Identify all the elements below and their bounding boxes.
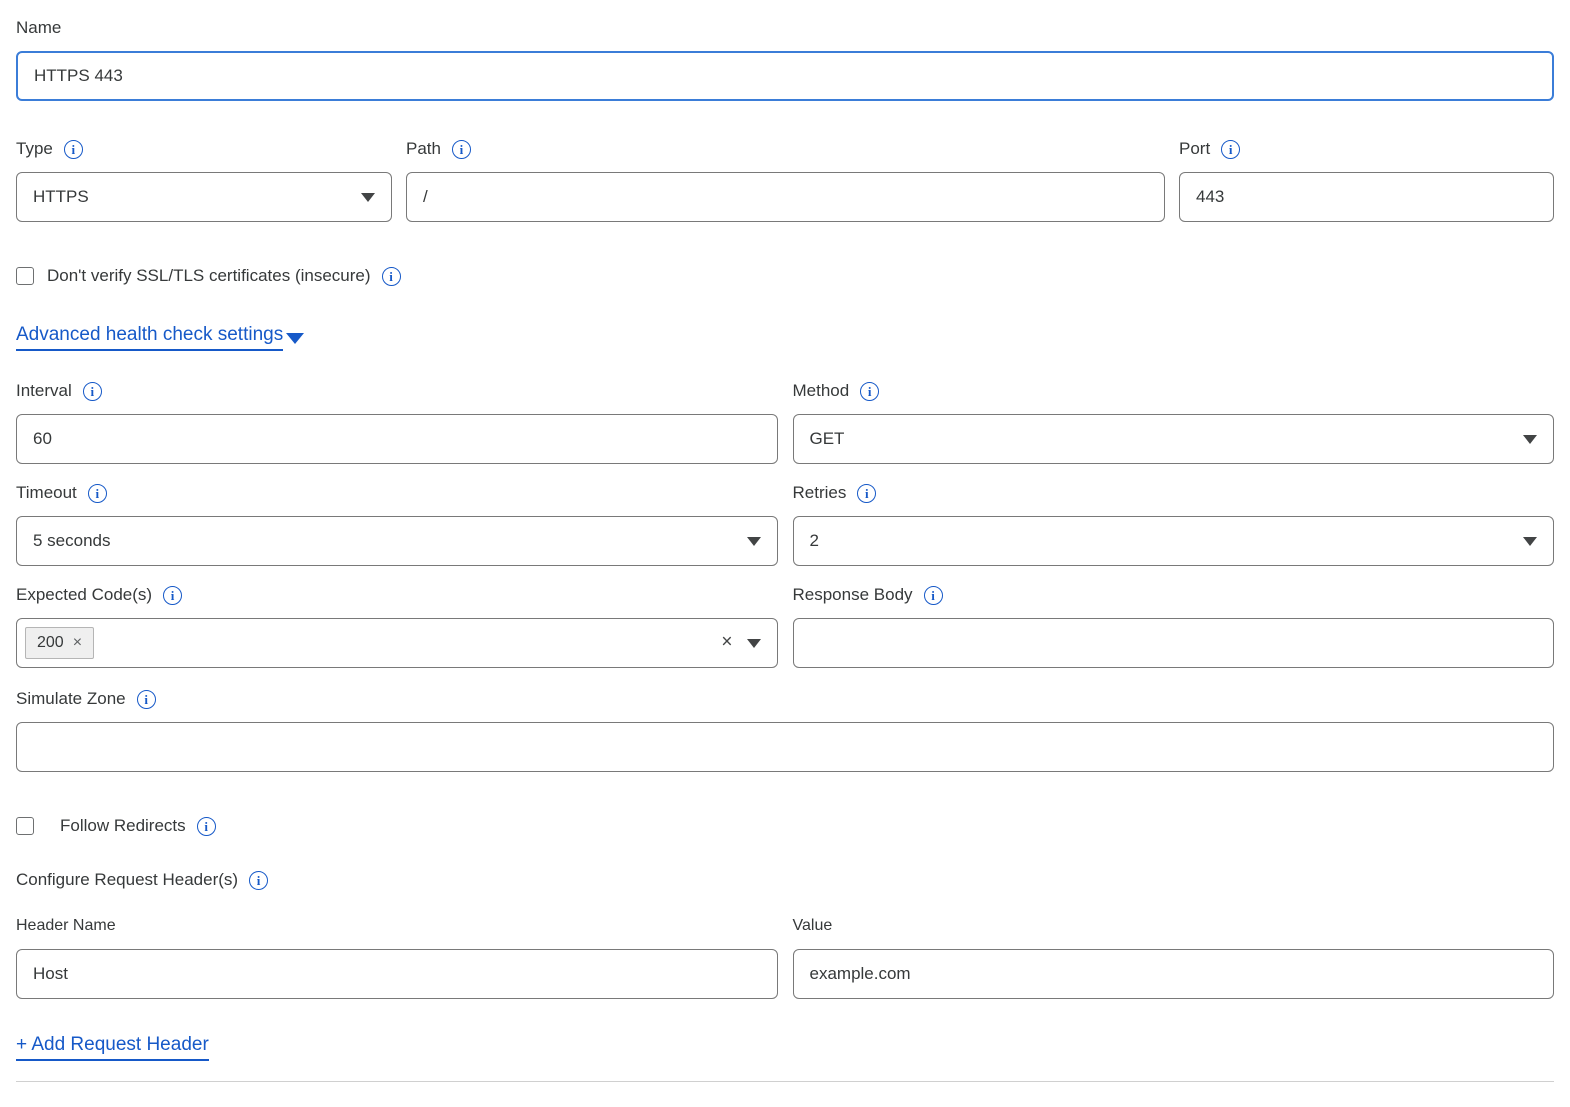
triangle-down-icon <box>286 333 304 344</box>
advanced-settings-link-label: Advanced health check settings <box>16 324 283 351</box>
retries-select-value: 2 <box>810 531 819 551</box>
request-headers-info-icon[interactable]: i <box>249 871 268 890</box>
timeout-label: Timeout <box>16 483 77 503</box>
type-info-icon[interactable]: i <box>64 140 83 159</box>
request-headers-section-label: Configure Request Header(s) <box>16 870 238 890</box>
chevron-down-icon <box>1523 537 1537 546</box>
method-label: Method <box>793 381 850 401</box>
path-input[interactable] <box>406 172 1165 222</box>
timeout-select[interactable]: 5 seconds <box>16 516 778 566</box>
simulate-zone-input[interactable] <box>16 722 1554 772</box>
path-label: Path <box>406 139 441 159</box>
port-info-icon[interactable]: i <box>1221 140 1240 159</box>
type-field-group: Type i HTTPS <box>16 139 392 222</box>
timeout-retries-row: Timeout i 5 seconds Retries i 2 <box>16 483 1554 566</box>
health-check-form: Name Type i HTTPS Path i Port i <box>0 0 1570 1082</box>
response-body-info-icon[interactable]: i <box>924 586 943 605</box>
simulate-zone-info-icon[interactable]: i <box>137 690 156 709</box>
name-input[interactable] <box>16 51 1554 101</box>
timeout-info-icon[interactable]: i <box>88 484 107 503</box>
method-field-group: Method i GET <box>793 381 1555 464</box>
expected-codes-info-icon[interactable]: i <box>163 586 182 605</box>
clear-all-icon[interactable]: × <box>721 633 732 652</box>
interval-input[interactable] <box>16 414 778 464</box>
type-label: Type <box>16 139 53 159</box>
expected-codes-label: Expected Code(s) <box>16 585 152 605</box>
request-headers-section: Configure Request Header(s) i <box>16 870 1554 890</box>
follow-redirects-row: Follow Redirects i <box>16 816 1554 836</box>
path-info-icon[interactable]: i <box>452 140 471 159</box>
port-label: Port <box>1179 139 1210 159</box>
advanced-link-row: Advanced health check settings <box>16 324 1554 351</box>
expected-code-tag-label: 200 <box>37 634 64 652</box>
expected-codes-field-group: Expected Code(s) i 200 × × <box>16 585 778 668</box>
interval-field-group: Interval i <box>16 381 778 464</box>
timeout-select-value: 5 seconds <box>33 531 111 551</box>
retries-select[interactable]: 2 <box>793 516 1555 566</box>
name-label: Name <box>16 18 61 38</box>
insecure-checkbox-row: Don't verify SSL/TLS certificates (insec… <box>16 266 1554 286</box>
port-input[interactable] <box>1179 172 1554 222</box>
chevron-down-icon <box>361 193 375 202</box>
method-info-icon[interactable]: i <box>860 382 879 401</box>
method-select[interactable]: GET <box>793 414 1555 464</box>
chevron-down-icon <box>1523 435 1537 444</box>
simulate-zone-field-group: Simulate Zone i <box>16 689 1554 772</box>
add-request-header-link[interactable]: + Add Request Header <box>16 1034 209 1061</box>
divider <box>16 1081 1554 1082</box>
response-body-label: Response Body <box>793 585 913 605</box>
follow-redirects-checkbox[interactable] <box>16 817 34 835</box>
header-value-field-group: Value <box>793 917 1555 999</box>
expected-code-tag[interactable]: 200 × <box>25 627 94 659</box>
type-select-value: HTTPS <box>33 187 89 207</box>
interval-method-row: Interval i Method i GET <box>16 381 1554 464</box>
header-name-label: Header Name <box>16 917 778 935</box>
name-field-group: Name <box>16 18 1554 101</box>
response-body-input[interactable] <box>793 618 1555 668</box>
header-name-input[interactable] <box>16 949 778 999</box>
follow-redirects-label: Follow Redirects <box>60 816 186 836</box>
retries-field-group: Retries i 2 <box>793 483 1555 566</box>
timeout-field-group: Timeout i 5 seconds <box>16 483 778 566</box>
codes-body-row: Expected Code(s) i 200 × × Response Body… <box>16 585 1554 668</box>
header-value-input[interactable] <box>793 949 1555 999</box>
response-body-field-group: Response Body i <box>793 585 1555 668</box>
header-row: Header Name Value <box>16 917 1554 999</box>
port-field-group: Port i <box>1179 139 1554 222</box>
insecure-checkbox[interactable] <box>16 267 34 285</box>
add-header-row: + Add Request Header <box>16 1034 1554 1061</box>
method-select-value: GET <box>810 429 845 449</box>
type-path-port-row: Type i HTTPS Path i Port i <box>16 139 1554 222</box>
chevron-down-icon <box>747 537 761 546</box>
expected-codes-multiselect[interactable]: 200 × × <box>16 618 778 668</box>
header-name-field-group: Header Name <box>16 917 778 999</box>
path-field-group: Path i <box>406 139 1165 222</box>
insecure-info-icon[interactable]: i <box>382 267 401 286</box>
remove-tag-icon[interactable]: × <box>73 635 82 651</box>
chevron-down-icon <box>747 639 761 648</box>
retries-info-icon[interactable]: i <box>857 484 876 503</box>
advanced-settings-link[interactable]: Advanced health check settings <box>16 324 304 351</box>
type-select[interactable]: HTTPS <box>16 172 392 222</box>
interval-info-icon[interactable]: i <box>83 382 102 401</box>
header-value-label: Value <box>793 917 1555 935</box>
retries-label: Retries <box>793 483 847 503</box>
follow-redirects-info-icon[interactable]: i <box>197 817 216 836</box>
simulate-zone-label: Simulate Zone <box>16 689 126 709</box>
interval-label: Interval <box>16 381 72 401</box>
insecure-checkbox-label: Don't verify SSL/TLS certificates (insec… <box>47 266 371 286</box>
